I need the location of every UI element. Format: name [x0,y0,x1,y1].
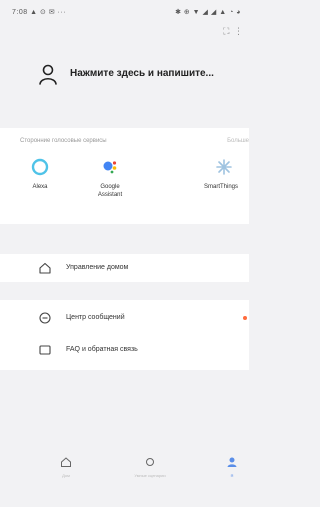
voice-service-alexa[interactable]: Alexa [12,158,68,191]
menu-item-home-control[interactable]: Управление домом [0,254,249,282]
home-icon [39,262,51,274]
unread-badge [243,316,247,320]
voice-services-card: Сторонние голосовые сервисы Больше Alexa… [0,128,249,224]
message-center-icon [39,312,51,324]
voice-service-name: SmartThings [204,184,239,190]
profile-login-row[interactable]: Нажмите здесь и напишите... [0,56,249,92]
voice-services-title: Сторонние голосовые сервисы [20,138,107,144]
voice-service-smartthings[interactable]: SmartThings [196,158,252,191]
smartthings-icon [216,159,232,175]
bottom-tab-bar: Дом Умные сценарии Я [0,448,249,507]
scene-tab-icon [146,458,154,466]
menu-item-messages[interactable]: Центр сообщений [0,304,249,332]
tab-label: Дом [62,473,70,478]
voice-services-more-link[interactable]: Больше [227,138,249,144]
menu-label: Центр сообщений [66,314,125,321]
tab-profile[interactable]: Я [202,456,262,478]
scan-icon[interactable]: ⛶ [223,26,229,36]
user-avatar-icon [39,64,57,85]
alexa-icon [31,158,49,176]
menu-item-faq[interactable]: FAQ и обратная связь [0,336,249,364]
login-prompt: Нажмите здесь и напишите... [70,68,214,79]
header-icons: ⛶ ⋮ [223,26,243,37]
tab-home[interactable]: Дом [36,456,96,478]
google-assistant-icon [103,161,117,174]
voice-service-name: Alexa [32,184,48,190]
tab-label: Я [230,473,234,478]
voice-service-name: Google Assistant [97,184,123,198]
tab-label: Умные сценарии [134,473,166,478]
profile-tab-icon [227,457,237,467]
voice-service-google-assistant[interactable]: Google Assistant [82,158,138,199]
menu-label: Управление домом [66,264,129,271]
home-tab-icon [61,457,71,467]
status-bar-right: ✱ ⊕ ▼ ◢ ◢ ▲ ◔ ◕ [175,9,241,16]
tab-scenes[interactable]: Умные сценарии [120,456,180,478]
messages-faq-card: Центр сообщений FAQ и обратная связь [0,300,249,370]
status-bar: 7:08 ▲ ⊙ ✉ ··· ✱ ⊕ ▼ ◢ ◢ ▲ ◔ ◕ [0,0,249,20]
settings-icon[interactable]: ⋮ [234,26,243,36]
menu-label: FAQ и обратная связь [66,346,138,353]
status-bar-left: 7:08 ▲ ⊙ ✉ ··· [12,9,67,16]
faq-icon [39,345,51,355]
